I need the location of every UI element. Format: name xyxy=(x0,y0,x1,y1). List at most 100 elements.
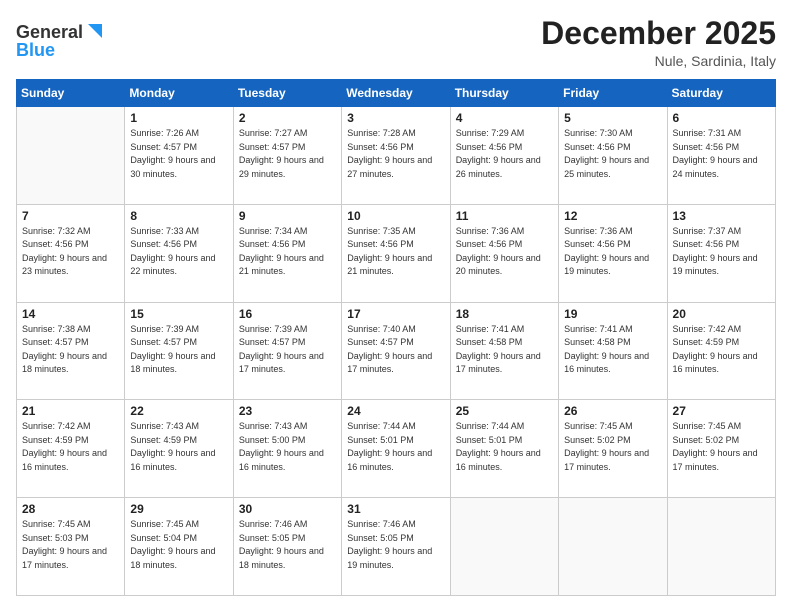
day-info: Sunrise: 7:30 AMSunset: 4:56 PMDaylight:… xyxy=(564,127,661,181)
day-number: 15 xyxy=(130,307,227,321)
day-number: 24 xyxy=(347,404,444,418)
day-info: Sunrise: 7:46 AMSunset: 5:05 PMDaylight:… xyxy=(239,518,336,572)
day-info: Sunrise: 7:42 AMSunset: 4:59 PMDaylight:… xyxy=(673,323,770,377)
calendar-day-header: Friday xyxy=(559,80,667,107)
day-info: Sunrise: 7:44 AMSunset: 5:01 PMDaylight:… xyxy=(347,420,444,474)
day-info: Sunrise: 7:28 AMSunset: 4:56 PMDaylight:… xyxy=(347,127,444,181)
calendar-header-row: SundayMondayTuesdayWednesdayThursdayFrid… xyxy=(17,80,776,107)
day-info: Sunrise: 7:44 AMSunset: 5:01 PMDaylight:… xyxy=(456,420,553,474)
day-info: Sunrise: 7:43 AMSunset: 5:00 PMDaylight:… xyxy=(239,420,336,474)
day-info: Sunrise: 7:39 AMSunset: 4:57 PMDaylight:… xyxy=(239,323,336,377)
calendar-cell xyxy=(667,498,775,596)
calendar-week-row: 7 Sunrise: 7:32 AMSunset: 4:56 PMDaylight… xyxy=(17,204,776,302)
calendar-cell: 11Sunrise: 7:36 AMSunset: 4:56 PMDayligh… xyxy=(450,204,558,302)
calendar-week-row: 14 Sunrise: 7:38 AMSunset: 4:57 PMDayligh… xyxy=(17,302,776,400)
day-number: 28 xyxy=(22,502,119,516)
calendar-cell: 16 Sunrise: 7:39 AMSunset: 4:57 PMDayligh… xyxy=(233,302,341,400)
calendar-cell: 14 Sunrise: 7:38 AMSunset: 4:57 PMDayligh… xyxy=(17,302,125,400)
day-number: 14 xyxy=(22,307,119,321)
calendar-cell: 12Sunrise: 7:36 AMSunset: 4:56 PMDayligh… xyxy=(559,204,667,302)
calendar-day-header: Thursday xyxy=(450,80,558,107)
day-info: Sunrise: 7:35 AMSunset: 4:56 PMDaylight:… xyxy=(347,225,444,279)
day-info: Sunrise: 7:41 AMSunset: 4:58 PMDaylight:… xyxy=(564,323,661,377)
calendar-day-header: Tuesday xyxy=(233,80,341,107)
day-number: 26 xyxy=(564,404,661,418)
day-info: Sunrise: 7:27 AMSunset: 4:57 PMDaylight:… xyxy=(239,127,336,181)
day-info: Sunrise: 7:34 AMSunset: 4:56 PMDaylight:… xyxy=(239,225,336,279)
day-number: 25 xyxy=(456,404,553,418)
calendar-cell: 2Sunrise: 7:27 AMSunset: 4:57 PMDaylight… xyxy=(233,107,341,205)
calendar-cell xyxy=(17,107,125,205)
day-number: 6 xyxy=(673,111,770,125)
calendar-week-row: 21 Sunrise: 7:42 AMSunset: 4:59 PMDayligh… xyxy=(17,400,776,498)
day-number: 31 xyxy=(347,502,444,516)
calendar-cell xyxy=(450,498,558,596)
day-info: Sunrise: 7:39 AMSunset: 4:57 PMDaylight:… xyxy=(130,323,227,377)
day-number: 19 xyxy=(564,307,661,321)
svg-text:General: General xyxy=(16,22,83,42)
calendar-cell: 26Sunrise: 7:45 AMSunset: 5:02 PMDayligh… xyxy=(559,400,667,498)
calendar-cell: 13Sunrise: 7:37 AMSunset: 4:56 PMDayligh… xyxy=(667,204,775,302)
day-info: Sunrise: 7:32 AMSunset: 4:56 PMDaylight:… xyxy=(22,225,119,279)
day-number: 18 xyxy=(456,307,553,321)
day-number: 20 xyxy=(673,307,770,321)
calendar-cell: 21 Sunrise: 7:42 AMSunset: 4:59 PMDayligh… xyxy=(17,400,125,498)
calendar-cell: 8 Sunrise: 7:33 AMSunset: 4:56 PMDaylight… xyxy=(125,204,233,302)
calendar-cell: 25 Sunrise: 7:44 AMSunset: 5:01 PMDayligh… xyxy=(450,400,558,498)
calendar-cell: 3 Sunrise: 7:28 AMSunset: 4:56 PMDaylight… xyxy=(342,107,450,205)
calendar-cell: 23 Sunrise: 7:43 AMSunset: 5:00 PMDayligh… xyxy=(233,400,341,498)
calendar-cell: 29Sunrise: 7:45 AMSunset: 5:04 PMDayligh… xyxy=(125,498,233,596)
calendar-cell: 4Sunrise: 7:29 AMSunset: 4:56 PMDaylight… xyxy=(450,107,558,205)
day-number: 10 xyxy=(347,209,444,223)
calendar-cell: 28 Sunrise: 7:45 AMSunset: 5:03 PMDayligh… xyxy=(17,498,125,596)
calendar-cell: 19 Sunrise: 7:41 AMSunset: 4:58 PMDayligh… xyxy=(559,302,667,400)
calendar-cell: 24 Sunrise: 7:44 AMSunset: 5:01 PMDayligh… xyxy=(342,400,450,498)
calendar-day-header: Monday xyxy=(125,80,233,107)
day-info: Sunrise: 7:38 AMSunset: 4:57 PMDaylight:… xyxy=(22,323,119,377)
location: Nule, Sardinia, Italy xyxy=(541,53,776,69)
day-info: Sunrise: 7:33 AMSunset: 4:56 PMDaylight:… xyxy=(130,225,227,279)
month-title: December 2025 xyxy=(541,16,776,51)
calendar-cell: 6 Sunrise: 7:31 AMSunset: 4:56 PMDaylight… xyxy=(667,107,775,205)
day-info: Sunrise: 7:42 AMSunset: 4:59 PMDaylight:… xyxy=(22,420,119,474)
day-info: Sunrise: 7:37 AMSunset: 4:56 PMDaylight:… xyxy=(673,225,770,279)
day-number: 16 xyxy=(239,307,336,321)
day-number: 12 xyxy=(564,209,661,223)
day-number: 5 xyxy=(564,111,661,125)
calendar-day-header: Wednesday xyxy=(342,80,450,107)
calendar-week-row: 28 Sunrise: 7:45 AMSunset: 5:03 PMDayligh… xyxy=(17,498,776,596)
calendar-cell: 7 Sunrise: 7:32 AMSunset: 4:56 PMDaylight… xyxy=(17,204,125,302)
calendar-cell: 9Sunrise: 7:34 AMSunset: 4:56 PMDaylight… xyxy=(233,204,341,302)
day-number: 8 xyxy=(130,209,227,223)
calendar-cell: 30 Sunrise: 7:46 AMSunset: 5:05 PMDayligh… xyxy=(233,498,341,596)
calendar-table: SundayMondayTuesdayWednesdayThursdayFrid… xyxy=(16,79,776,596)
calendar-cell: 15 Sunrise: 7:39 AMSunset: 4:57 PMDayligh… xyxy=(125,302,233,400)
logo: General Blue xyxy=(16,16,106,62)
day-number: 1 xyxy=(130,111,227,125)
logo-icon: General Blue xyxy=(16,16,106,62)
calendar-cell: 18Sunrise: 7:41 AMSunset: 4:58 PMDayligh… xyxy=(450,302,558,400)
day-info: Sunrise: 7:46 AMSunset: 5:05 PMDaylight:… xyxy=(347,518,444,572)
day-number: 3 xyxy=(347,111,444,125)
calendar-cell: 31 Sunrise: 7:46 AMSunset: 5:05 PMDayligh… xyxy=(342,498,450,596)
day-info: Sunrise: 7:45 AMSunset: 5:04 PMDaylight:… xyxy=(130,518,227,572)
day-number: 11 xyxy=(456,209,553,223)
day-number: 7 xyxy=(22,209,119,223)
day-number: 21 xyxy=(22,404,119,418)
calendar-cell: 17Sunrise: 7:40 AMSunset: 4:57 PMDayligh… xyxy=(342,302,450,400)
day-info: Sunrise: 7:45 AMSunset: 5:03 PMDaylight:… xyxy=(22,518,119,572)
day-number: 17 xyxy=(347,307,444,321)
day-info: Sunrise: 7:45 AMSunset: 5:02 PMDaylight:… xyxy=(673,420,770,474)
day-number: 30 xyxy=(239,502,336,516)
calendar-cell: 22Sunrise: 7:43 AMSunset: 4:59 PMDayligh… xyxy=(125,400,233,498)
day-number: 23 xyxy=(239,404,336,418)
calendar-cell: 1Sunrise: 7:26 AMSunset: 4:57 PMDaylight… xyxy=(125,107,233,205)
calendar-cell: 10 Sunrise: 7:35 AMSunset: 4:56 PMDayligh… xyxy=(342,204,450,302)
header: General Blue December 2025 Nule, Sardini… xyxy=(16,16,776,69)
day-info: Sunrise: 7:31 AMSunset: 4:56 PMDaylight:… xyxy=(673,127,770,181)
calendar-day-header: Saturday xyxy=(667,80,775,107)
day-info: Sunrise: 7:43 AMSunset: 4:59 PMDaylight:… xyxy=(130,420,227,474)
page: General Blue December 2025 Nule, Sardini… xyxy=(0,0,792,612)
svg-text:Blue: Blue xyxy=(16,40,55,60)
calendar-cell: 5 Sunrise: 7:30 AMSunset: 4:56 PMDaylight… xyxy=(559,107,667,205)
